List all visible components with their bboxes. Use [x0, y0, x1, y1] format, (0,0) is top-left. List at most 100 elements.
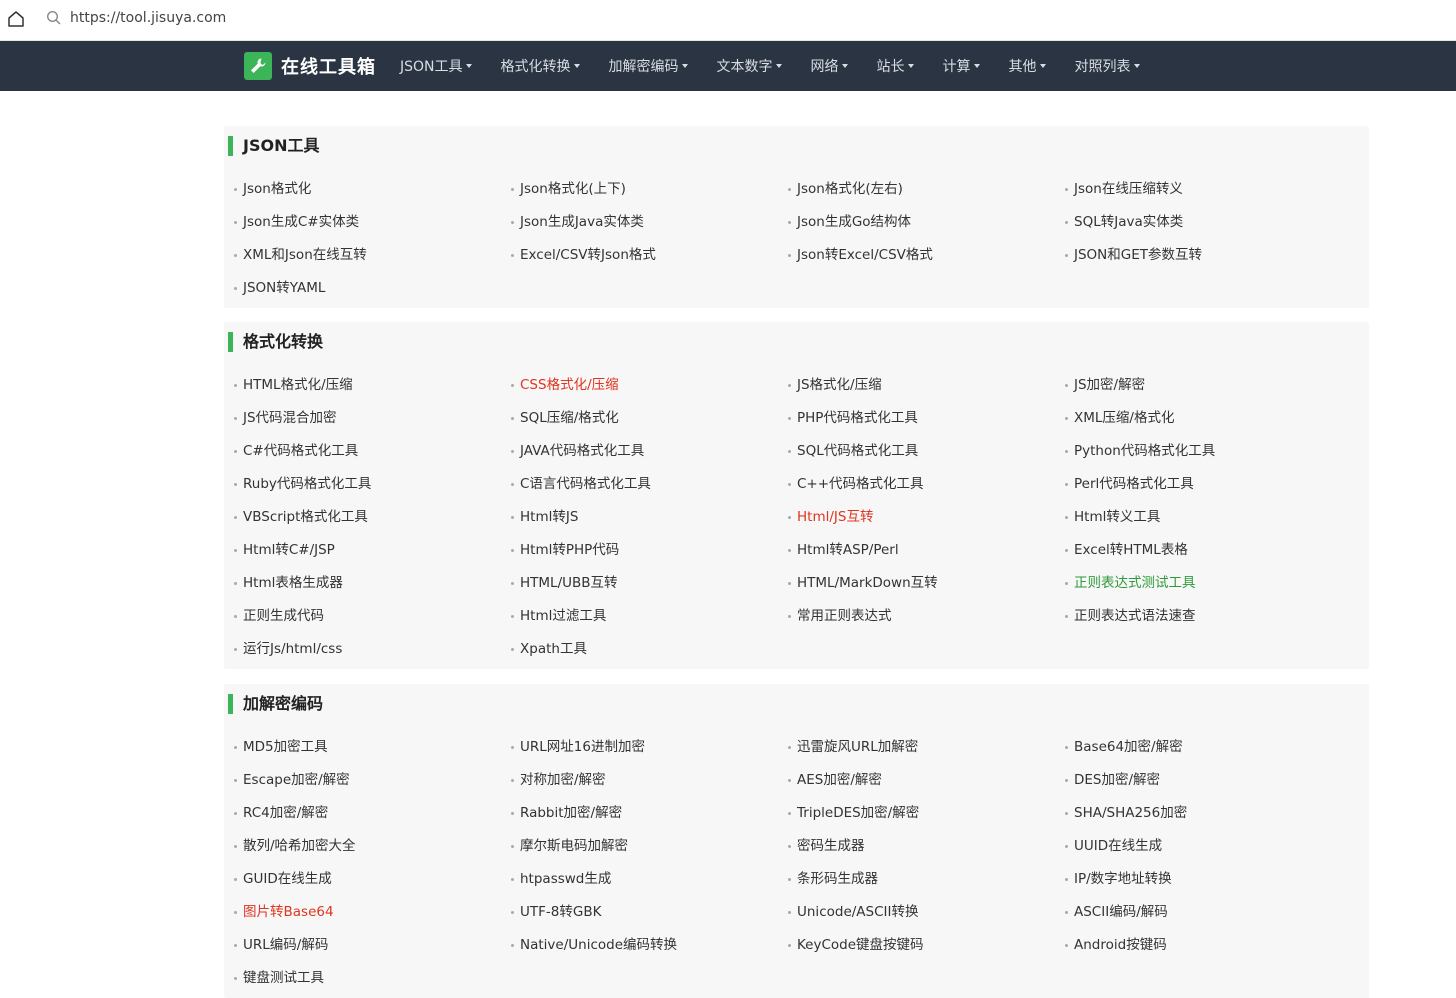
nav-item-label: 加解密编码 — [608, 59, 679, 75]
nav-item-5[interactable]: 站长 — [877, 56, 914, 76]
tool-link[interactable]: Base64加密/解密 — [1065, 737, 1183, 757]
tool-link[interactable]: Html过滤工具 — [510, 606, 606, 626]
tool-link[interactable]: 图片转Base64 — [234, 902, 334, 922]
tool-link[interactable]: AES加密/解密 — [788, 770, 882, 790]
tool-link[interactable]: UUID在线生成 — [1064, 836, 1162, 856]
tool-link[interactable]: UTF-8转GBK — [510, 902, 601, 922]
tool-link[interactable]: Rabbit加密/解密 — [510, 803, 622, 823]
tool-link[interactable]: Android按键码 — [1065, 935, 1167, 955]
tool-link[interactable]: XML和Json在线互转 — [234, 245, 367, 265]
browser-address-bar: https://tool.jisuya.com — [0, 0, 1456, 41]
tool-link[interactable]: Ruby代码格式化工具 — [233, 474, 371, 494]
tool-link[interactable]: Json转Excel/CSV格式 — [788, 245, 933, 265]
tool-link[interactable]: Html转义工具 — [1064, 507, 1160, 527]
nav-item-label: 其他 — [1008, 59, 1037, 75]
tool-link[interactable]: Json生成C#实体类 — [233, 212, 359, 232]
tool-link[interactable]: RC4加密/解密 — [233, 803, 328, 823]
nav-item-label: 格式化转换 — [500, 59, 571, 75]
tool-link[interactable]: HTML格式化/压缩 — [234, 375, 353, 395]
tool-link[interactable]: JSON和GET参数互转 — [1064, 245, 1202, 265]
tool-link[interactable]: Json格式化 — [233, 179, 311, 199]
tool-link[interactable]: C语言代码格式化工具 — [511, 474, 651, 494]
nav-item-label: 站长 — [876, 59, 905, 75]
tool-link[interactable]: Escape加密/解密 — [234, 770, 350, 790]
tool-link[interactable]: Html转PHP代码 — [510, 540, 619, 560]
caret-down-icon — [1039, 64, 1046, 68]
tool-link[interactable]: Json生成Go结构体 — [787, 212, 911, 232]
tool-link[interactable]: PHP代码格式化工具 — [788, 408, 918, 428]
tool-link[interactable]: GUID在线生成 — [234, 869, 332, 889]
tool-link[interactable]: HTML/MarkDown互转 — [788, 573, 938, 593]
tool-link[interactable]: 密码生成器 — [788, 836, 865, 856]
tool-link[interactable]: Excel转HTML表格 — [1065, 540, 1188, 560]
home-icon[interactable] — [6, 9, 26, 29]
tool-link[interactable]: Excel/CSV转Json格式 — [511, 245, 656, 265]
tool-link[interactable]: Json格式化(上下) — [511, 179, 626, 199]
tool-link[interactable]: Html表格生成器 — [234, 573, 343, 593]
tool-link[interactable]: XML压缩/格式化 — [1064, 408, 1174, 428]
tool-link[interactable]: Perl代码格式化工具 — [1065, 474, 1194, 494]
brand-logo[interactable]: 在线工具箱 — [244, 52, 376, 80]
tool-link[interactable]: Html转C#/JSP — [234, 540, 335, 560]
tool-link[interactable]: C#代码格式化工具 — [233, 441, 358, 461]
tool-link[interactable]: Json格式化(左右) — [788, 179, 903, 199]
tool-link[interactable]: C++代码格式化工具 — [788, 474, 924, 494]
tool-link[interactable]: 散列/哈希加密大全 — [234, 836, 356, 856]
tool-link[interactable]: 正则表达式测试工具 — [1065, 573, 1196, 593]
url-field[interactable]: https://tool.jisuya.com — [46, 10, 226, 26]
tool-link[interactable]: ASCII编码/解码 — [1065, 902, 1168, 922]
tool-link[interactable]: JS代码混合加密 — [234, 408, 337, 428]
tool-link[interactable]: 对称加密/解密 — [511, 770, 606, 790]
tool-link[interactable]: 正则表达式语法速查 — [1065, 606, 1196, 626]
tool-link[interactable]: SQL代码格式化工具 — [787, 441, 918, 461]
tool-link[interactable]: 摩尔斯电码加解密 — [511, 836, 628, 856]
nav-item-4[interactable]: 网络 — [811, 56, 848, 76]
caret-down-icon — [465, 64, 472, 68]
nav-item-3[interactable]: 文本数字 — [717, 56, 782, 76]
tool-link[interactable]: JS格式化/压缩 — [788, 375, 882, 395]
caret-down-icon — [573, 64, 580, 68]
nav-item-6[interactable]: 计算 — [943, 56, 980, 76]
tool-link[interactable]: MD5加密工具 — [234, 737, 328, 757]
tool-link[interactable]: SHA/SHA256加密 — [1064, 803, 1187, 823]
tool-link[interactable]: JAVA代码格式化工具 — [510, 441, 644, 461]
tool-link[interactable]: JSON转YAML — [233, 278, 325, 298]
tool-link[interactable]: 正则生成代码 — [234, 606, 324, 626]
tool-link[interactable]: Python代码格式化工具 — [1064, 441, 1215, 461]
tool-link[interactable]: DES加密/解密 — [1064, 770, 1160, 790]
tool-link[interactable]: Html转JS — [510, 507, 578, 527]
tool-link[interactable]: 常用正则表达式 — [788, 606, 892, 626]
tool-link[interactable]: JS加密/解密 — [1064, 375, 1145, 395]
tool-link[interactable]: VBScript格式化工具 — [234, 507, 368, 527]
tool-link[interactable]: Html/JS互转 — [787, 507, 873, 527]
tool-link[interactable]: Json在线压缩转义 — [1065, 179, 1183, 199]
nav-item-8[interactable]: 对照列表 — [1075, 56, 1140, 76]
tool-link[interactable]: Html转ASP/Perl — [788, 540, 899, 560]
caret-down-icon — [1133, 64, 1140, 68]
tool-link[interactable]: Xpath工具 — [511, 639, 587, 659]
tool-link[interactable]: CSS格式化/压缩 — [511, 375, 619, 395]
tool-link[interactable]: Json生成Java实体类 — [511, 212, 644, 232]
nav-item-0[interactable]: JSON工具 — [400, 56, 472, 76]
tool-link[interactable]: 条形码生成器 — [788, 869, 878, 889]
nav-item-7[interactable]: 其他 — [1009, 56, 1046, 76]
tool-link[interactable]: SQL压缩/格式化 — [511, 408, 619, 428]
tool-link[interactable]: TripleDES加密/解密 — [787, 803, 919, 823]
nav-item-2[interactable]: 加解密编码 — [609, 56, 688, 76]
tool-link[interactable]: 运行Js/html/css — [233, 639, 342, 659]
tool-link[interactable]: Unicode/ASCII转换 — [788, 902, 919, 922]
tool-link[interactable]: 迅雷旋风URL加解密 — [787, 737, 918, 757]
nav-item-1[interactable]: 格式化转换 — [501, 56, 580, 76]
nav-item-label: JSON工具 — [400, 59, 463, 75]
tool-link[interactable]: IP/数字地址转换 — [1065, 869, 1172, 889]
tool-link[interactable]: SQL转Java实体类 — [1064, 212, 1183, 232]
tool-link[interactable]: htpasswd生成 — [510, 869, 611, 889]
tool-link[interactable]: HTML/UBB互转 — [511, 573, 618, 593]
url-text[interactable]: https://tool.jisuya.com — [70, 10, 226, 26]
tool-link[interactable]: Native/Unicode编码转换 — [510, 935, 677, 955]
tool-link[interactable]: URL编码/解码 — [233, 935, 328, 955]
tool-link[interactable]: 键盘测试工具 — [234, 968, 324, 988]
tool-link[interactable]: URL网址16进制加密 — [511, 737, 645, 757]
tool-link[interactable]: KeyCode键盘按键码 — [788, 935, 924, 955]
nav-menu: JSON工具 格式化转换 加解密编码 文本数字 网络 站长 计算 其他 对照列表 — [400, 41, 1169, 91]
